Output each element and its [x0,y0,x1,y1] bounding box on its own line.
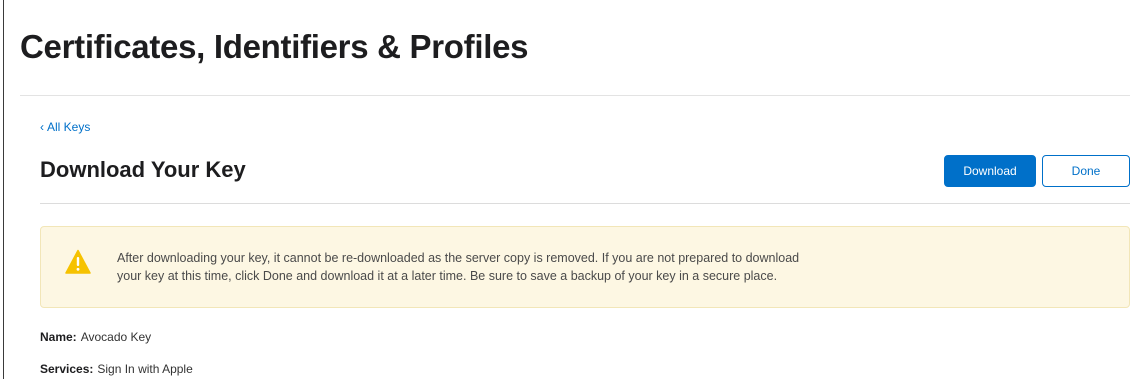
section-divider [40,203,1130,204]
key-services-value: Sign In with Apple [97,362,193,376]
key-services-label: Services: [40,362,94,376]
section-title: Download Your Key [40,157,246,182]
page-title: Certificates, Identifiers & Profiles [20,28,529,65]
key-name-value: Avocado Key [80,330,152,344]
download-button[interactable]: Download [944,155,1036,187]
warning-line-1: After downloading your key, it cannot be… [117,251,800,265]
warning-triangle-icon [65,249,91,274]
key-name-label: Name: [40,330,77,344]
key-name-row: Name: Avocado Key [40,329,151,345]
warning-banner: After downloading your key, it cannot be… [40,226,1130,308]
left-border [3,0,4,379]
back-to-all-keys-link[interactable]: ‹ All Keys [40,119,90,135]
done-button[interactable]: Done [1042,155,1130,187]
warning-line-2: your key at this time, click Done and do… [117,269,778,283]
key-services-row: Services: Sign In with Apple [40,361,193,377]
title-divider [20,95,1130,96]
warning-message: After downloading your key, it cannot be… [117,249,937,285]
back-link-label: All Keys [47,120,91,134]
chevron-left-icon: ‹ [40,120,44,134]
